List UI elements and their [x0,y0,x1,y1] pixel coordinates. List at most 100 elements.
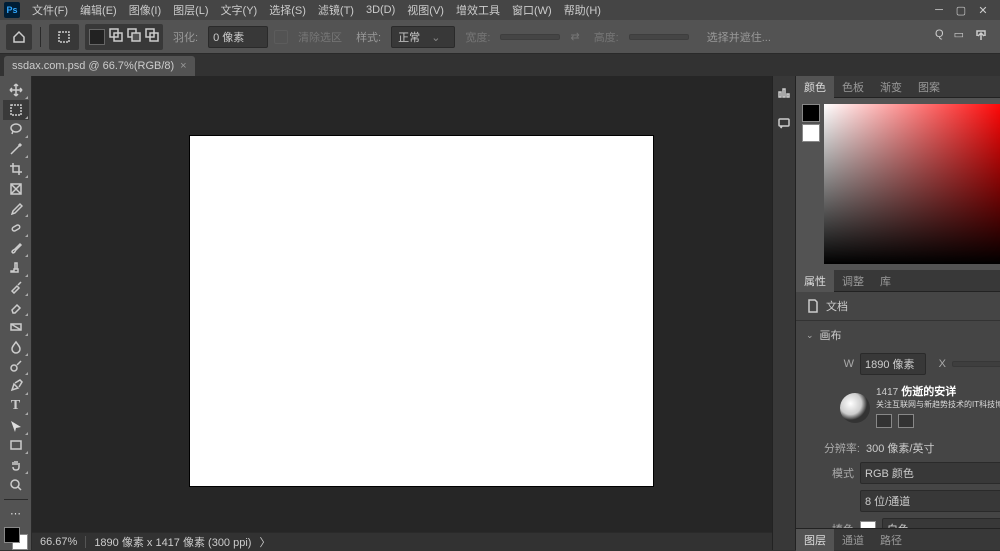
document-tab[interactable]: ssdax.com.psd @ 66.7%(RGB/8) × [4,56,195,76]
blur-tool[interactable] [3,337,29,357]
type-tool[interactable]: T [3,396,29,416]
tab-paths[interactable]: 路径 [872,529,910,551]
menu-image[interactable]: 图像(I) [123,0,167,20]
menu-edit[interactable]: 编辑(E) [74,0,123,20]
edit-toolbar[interactable]: ⋯ [3,504,29,524]
frame-icon [9,182,23,196]
row-link: 𐖋 1417 伤逝的安详 关注互联网与新趋势技术的IT科技博客 [820,381,1000,434]
tool-preset[interactable] [49,24,79,50]
menu-3d[interactable]: 3D(D) [360,0,401,20]
depth-select[interactable]: 8 位/通道⌄ [860,490,1000,512]
color-swatches[interactable] [4,527,28,550]
frame-tool[interactable] [3,179,29,199]
levels-icon [777,86,791,100]
marquee-tool[interactable] [3,100,29,120]
mode-select[interactable]: RGB 颜色⌄ [860,462,1000,484]
dodge-tool[interactable] [3,357,29,377]
wand-icon [9,142,23,156]
tab-properties[interactable]: 属性 [796,270,834,292]
menubar: Ps 文件(F) 编辑(E) 图像(I) 图层(L) 文字(Y) 选择(S) 滤… [0,0,1000,20]
share-button[interactable] [974,28,988,45]
height-label: 高度: [590,29,623,45]
stamp-tool[interactable] [3,258,29,278]
wand-tool[interactable] [3,139,29,159]
shape-tool[interactable] [3,436,29,456]
gradient-tool[interactable] [3,317,29,337]
crop-tool[interactable] [3,159,29,179]
pen-tool[interactable] [3,376,29,396]
close-button[interactable]: ✕ [976,3,990,17]
menu-help[interactable]: 帮助(H) [558,0,607,20]
subtract-selection[interactable] [127,28,141,45]
zoom-tool[interactable] [3,475,29,495]
minimize-button[interactable]: ─ [932,3,946,17]
menu-window[interactable]: 窗口(W) [506,0,558,20]
brush-tool[interactable] [3,238,29,258]
boolean-ops [85,24,163,50]
tab-channels[interactable]: 通道 [834,529,872,551]
menu-layer[interactable]: 图层(L) [167,0,214,20]
tab-gradients[interactable]: 渐变 [872,76,910,98]
w-input[interactable]: 1890 像素 [860,353,926,375]
search-button[interactable]: Q [935,28,944,45]
fill-select[interactable]: 白色⌄ [882,518,1000,528]
home-button[interactable] [6,24,32,50]
close-tab-button[interactable]: × [180,60,186,72]
heal-tool[interactable] [3,218,29,238]
dock-icon-2[interactable] [773,112,795,134]
move-tool[interactable] [3,80,29,100]
menu-select[interactable]: 选择(S) [263,0,312,20]
menu-view[interactable]: 视图(V) [401,0,450,20]
props-panel-tabs: 属性 调整 库 ≡ [796,270,1000,292]
fg-swatch[interactable] [4,527,20,543]
color-field[interactable] [824,104,1000,264]
tab-libraries[interactable]: 库 [872,270,899,292]
tab-color[interactable]: 颜色 [796,76,834,98]
path-tool[interactable] [3,416,29,436]
color-fg[interactable] [802,104,820,122]
status-zoom[interactable]: 66.67% [40,536,86,548]
layers-panel-tabs: 图层 通道 路径 ≡ [796,528,1000,550]
new-selection[interactable] [89,29,105,45]
zoom-icon [9,478,23,492]
style-select[interactable]: 正常 ⌄ [391,26,455,48]
menu-filter[interactable]: 滤镜(T) [312,0,360,20]
menu-file[interactable]: 文件(F) [26,0,74,20]
lasso-tool[interactable] [3,120,29,140]
fill-swatch[interactable] [860,521,876,528]
stamp-icon [9,261,23,275]
menu-type[interactable]: 文字(Y) [215,0,264,20]
color-bg[interactable] [802,124,820,142]
maximize-button[interactable]: ▢ [954,3,968,17]
menu-plugins[interactable]: 增效工具 [450,0,506,20]
feather-input[interactable]: 0 像素 [208,26,268,48]
canvas-section-header[interactable]: ⌄ 画布 [796,321,1000,349]
add-selection[interactable] [109,28,123,45]
document-canvas[interactable] [190,136,653,486]
eraser-tool[interactable] [3,297,29,317]
optbar-right: Q ▭ [935,28,994,45]
tab-swatches[interactable]: 色板 [834,76,872,98]
toolbox: T ⋯ [0,76,32,550]
status-arrow[interactable]: 〉 [259,534,270,550]
tab-adjustments[interactable]: 调整 [834,270,872,292]
dock-icon-1[interactable] [773,82,795,104]
hand-tool[interactable] [3,455,29,475]
tab-layers[interactable]: 图层 [796,529,834,551]
eyedropper-tool[interactable] [3,199,29,219]
tab-patterns[interactable]: 图案 [910,76,948,98]
width-input [500,34,560,40]
share-icon [974,28,988,42]
orient-landscape[interactable] [898,414,914,428]
reset-label: 清除选区 [294,29,346,45]
mask-button[interactable]: 选择并遮住... [695,29,775,45]
orient-portrait[interactable] [876,414,892,428]
intersect-selection[interactable] [145,28,159,45]
history-brush-tool[interactable] [3,278,29,298]
fill-label: 填色 [820,521,854,528]
workspace-button[interactable]: ▭ [954,28,964,45]
home-icon [12,30,26,44]
canvas-area[interactable]: 66.67% 1890 像素 x 1417 像素 (300 ppi) 〉 [32,76,772,550]
gradient-icon [9,320,23,334]
link-icon[interactable]: 𐖋 [820,402,834,414]
